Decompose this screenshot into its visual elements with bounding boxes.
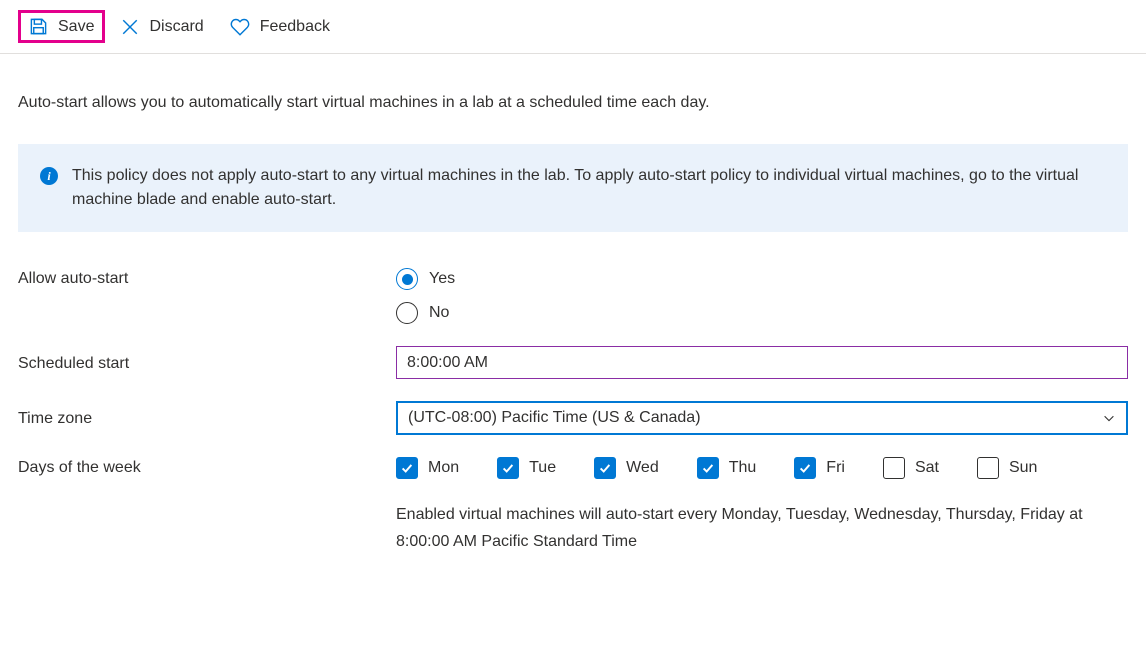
discard-label: Discard [149,18,203,36]
info-banner: i This policy does not apply auto-start … [18,144,1128,232]
radio-no[interactable]: No [396,302,1128,324]
time-zone-select[interactable]: (UTC-08:00) Pacific Time (US & Canada) [396,401,1128,435]
radio-circle-icon [396,302,418,324]
label-allow-autostart: Allow auto-start [18,268,396,288]
day-checkbox-thu[interactable]: Thu [697,457,757,479]
scheduled-start-input[interactable] [396,346,1128,379]
radio-no-label: No [429,304,449,322]
chevron-down-icon [1102,411,1116,425]
label-time-zone: Time zone [18,408,396,428]
day-checkbox-fri[interactable]: Fri [794,457,845,479]
day-checkbox-sat[interactable]: Sat [883,457,939,479]
day-checkbox-tue[interactable]: Tue [497,457,556,479]
checkbox-icon [883,457,905,479]
save-label: Save [58,18,94,36]
save-icon [29,17,48,36]
day-label: Tue [529,459,556,477]
checkbox-icon [594,457,616,479]
day-label: Mon [428,459,459,477]
label-scheduled-start: Scheduled start [18,353,396,373]
toolbar: Save Discard Feedback [0,0,1146,54]
day-label: Fri [826,459,845,477]
checkbox-icon [697,457,719,479]
info-icon: i [40,167,58,185]
days-container: Mon Tue Wed Thu Fri Sat Sun [396,457,1128,479]
checkbox-icon [497,457,519,479]
info-text: This policy does not apply auto-start to… [72,164,1106,212]
row-time-zone: Time zone (UTC-08:00) Pacific Time (US &… [18,401,1128,435]
row-scheduled-start: Scheduled start [18,346,1128,379]
save-button[interactable]: Save [18,10,105,43]
discard-button[interactable]: Discard [111,12,213,42]
day-label: Wed [626,459,659,477]
content-area: Auto-start allows you to automatically s… [0,54,1146,575]
checkbox-icon [977,457,999,479]
heart-icon [230,17,250,37]
label-days-of-week: Days of the week [18,457,396,477]
radio-group-autostart: Yes No [396,268,1128,324]
day-checkbox-wed[interactable]: Wed [594,457,659,479]
close-icon [121,18,139,36]
radio-yes[interactable]: Yes [396,268,1128,290]
radio-circle-icon [396,268,418,290]
day-checkbox-mon[interactable]: Mon [396,457,459,479]
radio-yes-label: Yes [429,270,455,288]
time-zone-value: (UTC-08:00) Pacific Time (US & Canada) [408,409,701,427]
feedback-label: Feedback [260,18,330,36]
row-days-of-week: Days of the week Mon Tue Wed Thu Fri Sat Sun [18,457,1128,479]
day-label: Thu [729,459,757,477]
day-checkbox-sun[interactable]: Sun [977,457,1037,479]
feedback-button[interactable]: Feedback [220,11,340,43]
checkbox-icon [396,457,418,479]
checkbox-icon [794,457,816,479]
row-allow-autostart: Allow auto-start Yes No [18,268,1128,324]
schedule-summary: Enabled virtual machines will auto-start… [396,501,1116,555]
day-label: Sun [1009,459,1037,477]
page-description: Auto-start allows you to automatically s… [18,94,1128,112]
day-label: Sat [915,459,939,477]
